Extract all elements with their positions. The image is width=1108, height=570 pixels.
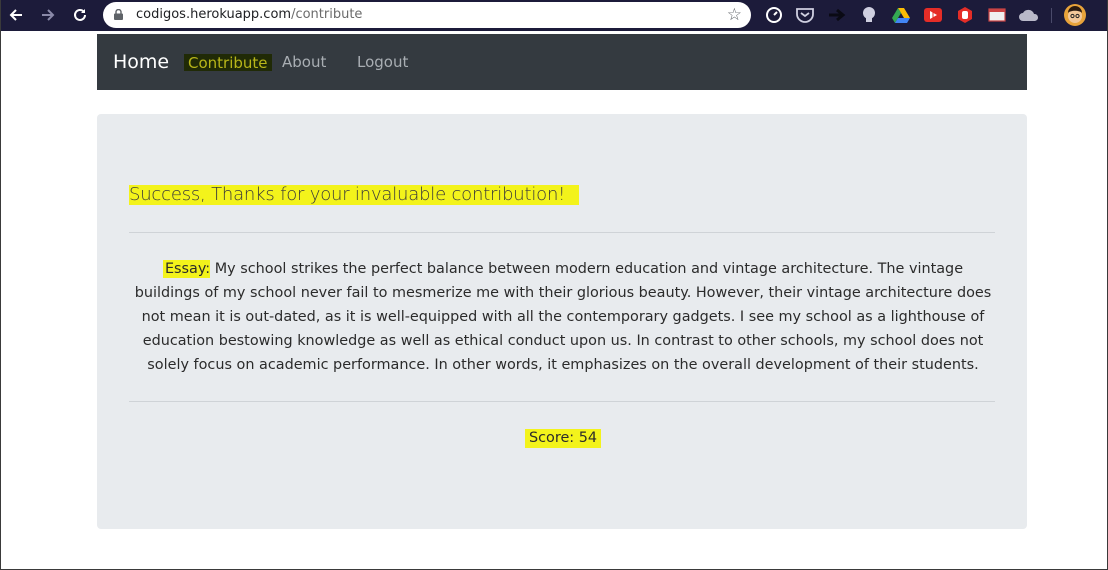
pocket-extension-icon[interactable] [795, 5, 815, 25]
window-extension-icon[interactable] [987, 5, 1007, 25]
toolbar-separator [1051, 8, 1052, 23]
hand-stop-extension-icon[interactable] [955, 5, 975, 25]
divider-top [129, 232, 995, 233]
site-navbar: Home Contribute About Logout [97, 34, 1027, 90]
url-text: codigos.herokuapp.com/contribute [136, 7, 362, 22]
url-host: codigos.herokuapp.com [136, 7, 292, 22]
bookmark-star-icon[interactable]: ☆ [727, 5, 742, 25]
lock-icon [114, 9, 123, 20]
essay-paragraph: Essay: My school strikes the perfect bal… [131, 257, 995, 377]
nav-logout[interactable]: Logout [357, 34, 408, 90]
address-bar[interactable]: codigos.herokuapp.com/contribute ☆ [103, 2, 751, 28]
nav-about[interactable]: About [282, 34, 326, 90]
browser-toolbar: codigos.herokuapp.com/contribute ☆ [0, 0, 1108, 31]
back-icon[interactable] [4, 4, 28, 26]
success-message: Success, Thanks for your invaluable cont… [129, 185, 580, 205]
essay-label: Essay: [162, 260, 211, 278]
nav-home-brand[interactable]: Home [113, 34, 169, 90]
youtube-extension-icon[interactable] [923, 5, 943, 25]
divider-bottom [129, 401, 995, 402]
score-text: Score: 54 [525, 429, 602, 448]
profile-avatar[interactable] [1064, 4, 1086, 26]
google-drive-icon[interactable] [891, 5, 911, 25]
url-path: /contribute [291, 7, 363, 22]
bulb-extension-icon[interactable] [859, 5, 879, 25]
speedometer-extension-icon[interactable] [764, 5, 784, 25]
forward-icon[interactable] [36, 4, 60, 26]
nav-contribute[interactable]: Contribute [184, 54, 272, 72]
result-panel: Success, Thanks for your invaluable cont… [97, 114, 1027, 529]
arrow-extension-icon[interactable] [827, 5, 847, 25]
essay-text: My school strikes the perfect balance be… [134, 261, 992, 373]
reload-icon[interactable] [68, 4, 92, 26]
cloud-extension-icon[interactable] [1019, 5, 1039, 25]
